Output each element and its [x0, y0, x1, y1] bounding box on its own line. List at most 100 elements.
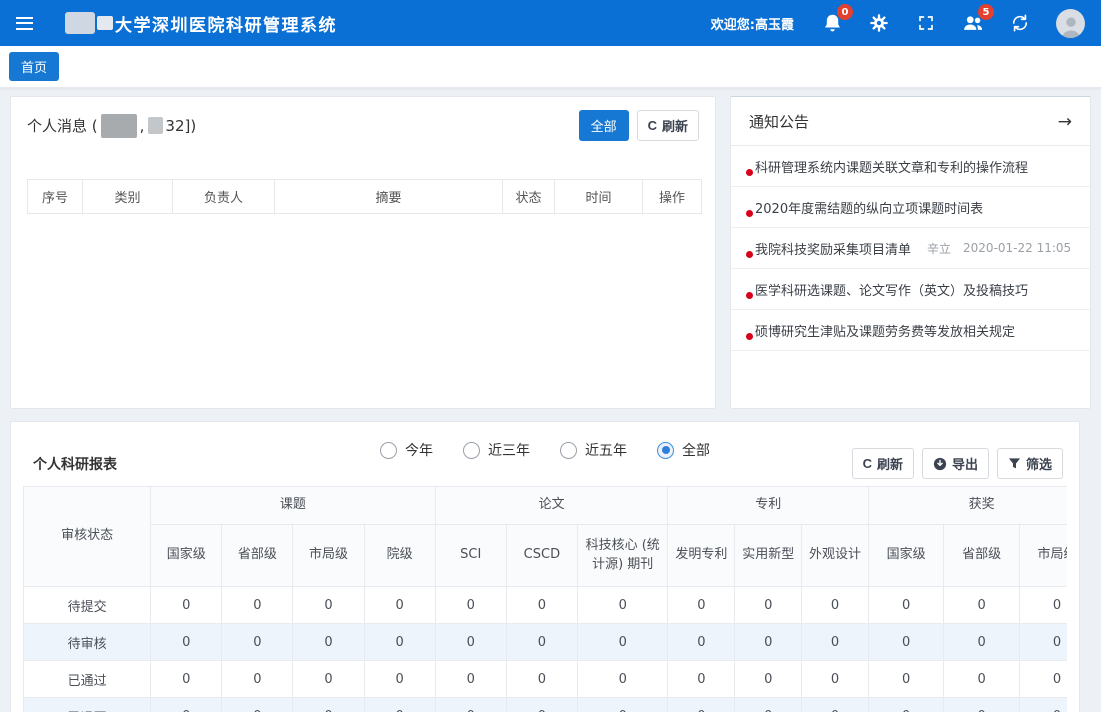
notice-text: 科研管理系统内课题关联文章和专利的操作流程	[755, 157, 1028, 176]
app-header: 大学深圳医院科研管理系统 欢迎您:高玉霞 0 5	[0, 0, 1101, 46]
count-cell: 0	[435, 698, 506, 712]
count-cell: 0	[222, 624, 293, 661]
messages-table: 序号 类别 负责人 摘要 状态 时间 操作	[27, 179, 702, 214]
col-category: 类别	[83, 180, 173, 214]
fullscreen-button[interactable]	[915, 12, 937, 34]
notice-author: 辛立	[927, 240, 951, 257]
redacted-text-2	[148, 117, 163, 134]
arrow-right-icon[interactable]: →	[1058, 112, 1072, 132]
col-municipal: 市局级	[293, 525, 364, 587]
count-cell: 0	[222, 587, 293, 624]
count-cell: 0	[577, 661, 668, 698]
avatar[interactable]	[1056, 9, 1085, 38]
table-row: 已通过 0 0 0 0 0 0 0 0 0 0 0 0 0	[24, 661, 1068, 698]
count-cell: 0	[668, 587, 735, 624]
notice-timestamp: 2020-01-22 11:05	[963, 241, 1071, 255]
table-row: 待提交 0 0 0 0 0 0 0 0 0 0 0 0 0	[24, 587, 1068, 624]
notifications-badge: 0	[837, 4, 853, 20]
col-review-status: 审核状态	[24, 487, 151, 587]
count-cell: 0	[944, 698, 1019, 712]
radio-all[interactable]: 全部	[657, 440, 710, 460]
col-award-municipal: 市局级	[1019, 525, 1067, 587]
count-cell: 0	[735, 624, 802, 661]
radio-label: 全部	[682, 440, 710, 460]
messages-title-mid: ,	[140, 117, 145, 135]
notice-item[interactable]: 科研管理系统内课题关联文章和专利的操作流程	[731, 146, 1090, 187]
count-cell: 0	[293, 587, 364, 624]
radio-label: 近三年	[488, 440, 530, 460]
col-utility: 实用新型	[735, 525, 802, 587]
radio-last-5-years[interactable]: 近五年	[560, 440, 627, 460]
col-design: 外观设计	[802, 525, 869, 587]
count-cell: 0	[577, 587, 668, 624]
count-cell: 0	[802, 624, 869, 661]
count-cell: 0	[1019, 661, 1067, 698]
group-awards: 获奖	[868, 487, 1067, 525]
report-table: 审核状态 课题 论文 专利 获奖 国家级 省部级 市局级 院级 SCI CSCD	[23, 486, 1067, 712]
count-cell: 0	[222, 698, 293, 712]
tab-home[interactable]: 首页	[9, 52, 59, 81]
count-cell: 0	[1019, 624, 1067, 661]
logo-redacted-2	[97, 16, 113, 30]
col-owner: 负责人	[173, 180, 275, 214]
count-cell: 0	[151, 587, 222, 624]
count-cell: 0	[151, 661, 222, 698]
settings-button[interactable]	[868, 12, 890, 34]
count-cell: 0	[868, 587, 943, 624]
menu-icon[interactable]	[16, 17, 33, 30]
count-cell: 0	[802, 698, 869, 712]
notice-item[interactable]: 硕博研究生津贴及课题劳务费等发放相关规定	[731, 310, 1090, 351]
filter-button[interactable]: 筛选	[997, 448, 1063, 479]
count-cell: 0	[868, 698, 943, 712]
messages-refresh-button[interactable]: C 刷新	[637, 110, 699, 141]
sync-button[interactable]	[1009, 12, 1031, 34]
red-dot-icon	[746, 251, 753, 258]
count-cell: 0	[668, 624, 735, 661]
messages-panel: 个人消息 ( , 32]) 全部 C 刷新 序号	[10, 96, 716, 409]
gear-icon	[869, 13, 889, 33]
notifications-button[interactable]: 0	[821, 12, 843, 34]
radio-last-3-years[interactable]: 近三年	[463, 440, 530, 460]
table-row: 待审核 0 0 0 0 0 0 0 0 0 0 0 0 0	[24, 624, 1068, 661]
messages-header-row: 序号 类别 负责人 摘要 状态 时间 操作	[28, 180, 702, 214]
notices-title: 通知公告	[749, 111, 809, 132]
count-cell: 0	[293, 661, 364, 698]
app-title: 大学深圳医院科研管理系统	[115, 11, 337, 36]
red-dot-icon	[746, 210, 753, 217]
col-cscd: CSCD	[506, 525, 577, 587]
radio-selected-icon	[657, 442, 674, 459]
report-sub-header-row: 国家级 省部级 市局级 院级 SCI CSCD 科技核心 (统计源) 期刊 发明…	[24, 525, 1068, 587]
count-cell: 0	[735, 661, 802, 698]
export-button[interactable]: 导出	[922, 448, 989, 479]
notice-item[interactable]: 医学科研选课题、论文写作（英文）及投稿技巧	[731, 269, 1090, 310]
notice-item[interactable]: 我院科技奖励采集项目清单 辛立 2020-01-22 11:05	[731, 228, 1090, 269]
count-cell: 0	[577, 698, 668, 712]
all-button[interactable]: 全部	[579, 110, 629, 141]
radio-this-year[interactable]: 今年	[380, 440, 433, 460]
count-cell: 0	[944, 661, 1019, 698]
refresh-label: 刷新	[662, 116, 688, 135]
notice-text: 我院科技奖励采集项目清单	[755, 239, 911, 258]
table-row: 已退回 0 0 0 0 0 0 0 0 0 0 0 0 0	[24, 698, 1068, 712]
col-award-national: 国家级	[868, 525, 943, 587]
count-cell: 0	[151, 624, 222, 661]
count-cell: 0	[364, 661, 435, 698]
notice-item[interactable]: 2020年度需结题的纵向立项课题时间表	[731, 187, 1090, 228]
count-cell: 0	[151, 698, 222, 712]
report-refresh-button[interactable]: C 刷新	[852, 448, 914, 479]
count-cell: 0	[293, 624, 364, 661]
count-cell: 0	[506, 624, 577, 661]
status-cell: 已通过	[24, 661, 151, 698]
status-cell: 待审核	[24, 624, 151, 661]
col-hospital: 院级	[364, 525, 435, 587]
export-icon	[933, 457, 947, 471]
messages-title: 个人消息 ( , 32])	[27, 114, 196, 138]
group-papers: 论文	[435, 487, 668, 525]
users-button[interactable]: 5	[962, 12, 984, 34]
notice-text: 2020年度需结题的纵向立项课题时间表	[755, 198, 983, 217]
sync-icon	[1010, 13, 1030, 33]
refresh-icon: C	[863, 456, 872, 471]
col-sci: SCI	[435, 525, 506, 587]
count-cell: 0	[435, 624, 506, 661]
period-radio-group: 今年 近三年 近五年 全部	[380, 440, 710, 460]
